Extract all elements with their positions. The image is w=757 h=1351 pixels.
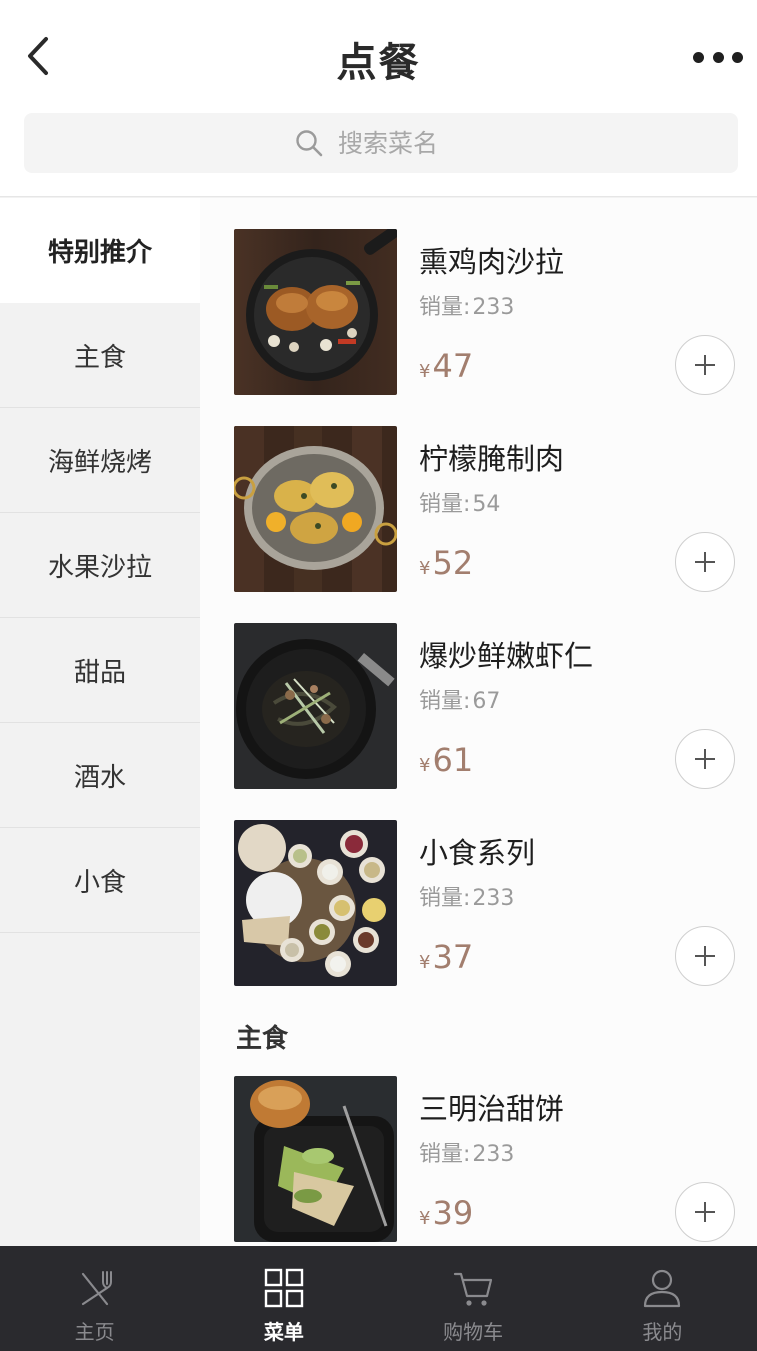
dish-name: 三明治甜饼 — [419, 1092, 565, 1126]
user-icon — [644, 1269, 681, 1308]
tab-profile[interactable]: 我的 — [568, 1246, 757, 1351]
more-dots-icon — [693, 51, 704, 63]
dish-price: ¥39 — [419, 1194, 474, 1232]
add-to-cart-button[interactable] — [675, 729, 735, 789]
dish-item[interactable]: 爆炒鲜嫩虾仁 销量:67 ¥61 — [234, 623, 744, 789]
add-to-cart-button[interactable] — [675, 926, 735, 986]
add-to-cart-button[interactable] — [675, 335, 735, 395]
add-to-cart-button[interactable] — [675, 532, 735, 592]
fork-knife-icon — [81, 1271, 112, 1306]
sidebar-item-staple[interactable]: 主食 — [0, 303, 200, 408]
dish-item[interactable]: 柠檬腌制肉 销量:54 ¥52 — [234, 426, 744, 592]
lemon-chicken-pan-image — [234, 426, 397, 592]
sidebar-item-snacks[interactable]: 小食 — [0, 828, 200, 933]
search-input[interactable] — [338, 128, 468, 158]
dish-sales: 销量:233 — [419, 295, 515, 320]
dish-item[interactable]: 小食系列 销量:233 ¥37 — [234, 820, 744, 986]
dish-price: ¥37 — [419, 938, 474, 976]
section-title: 主食 — [236, 1024, 289, 1054]
header-bar: 点餐 — [0, 0, 757, 197]
plus-icon — [695, 1202, 715, 1222]
sidebar-item-dessert[interactable]: 甜品 — [0, 618, 200, 723]
sidebar-item-special[interactable]: 特别推介 — [0, 198, 200, 303]
search-bar[interactable] — [24, 113, 738, 173]
plus-icon — [695, 355, 715, 375]
tab-menu[interactable]: 菜单 — [189, 1246, 378, 1351]
sidebar-item-fruit-salad[interactable]: 水果沙拉 — [0, 513, 200, 618]
sandwich-skillet-image — [234, 1076, 397, 1242]
dish-sales: 销量:233 — [419, 1142, 515, 1167]
search-icon — [296, 130, 323, 157]
dish-price: ¥47 — [419, 347, 474, 385]
plus-icon — [695, 946, 715, 966]
roast-chicken-pan-image — [234, 229, 397, 395]
dish-item[interactable]: 熏鸡肉沙拉 销量:233 ¥47 — [234, 229, 744, 395]
dish-price: ¥61 — [419, 741, 474, 779]
tab-cart[interactable]: 购物车 — [379, 1246, 568, 1351]
sidebar-item-seafood-bbq[interactable]: 海鲜烧烤 — [0, 408, 200, 513]
dish-sales: 销量:233 — [419, 886, 515, 911]
page-title: 点餐 — [336, 40, 421, 86]
dish-name: 熏鸡肉沙拉 — [419, 245, 565, 279]
tab-home[interactable]: 主页 — [0, 1246, 189, 1351]
dish-item[interactable]: 三明治甜饼 销量:233 ¥39 — [234, 1076, 744, 1242]
plus-icon — [695, 749, 715, 769]
tab-label: 购物车 — [443, 1320, 504, 1344]
dips-platter-image — [234, 820, 397, 986]
tab-label: 菜单 — [263, 1320, 304, 1344]
sidebar-item-drinks[interactable]: 酒水 — [0, 723, 200, 828]
grid-icon — [264, 1268, 304, 1308]
squid-ink-pasta-image — [234, 623, 397, 789]
dish-sales: 销量:54 — [419, 492, 501, 517]
add-to-cart-button[interactable] — [675, 1182, 735, 1242]
dish-price: ¥52 — [419, 544, 474, 582]
tab-label: 我的 — [642, 1320, 683, 1344]
dish-sales: 销量:67 — [419, 689, 501, 714]
cart-icon — [454, 1272, 493, 1306]
dish-name: 爆炒鲜嫩虾仁 — [419, 639, 594, 673]
tab-label: 主页 — [74, 1320, 115, 1344]
category-sidebar: 特别推介 主食 海鲜烧烤 水果沙拉 甜品 酒水 小食 — [0, 198, 200, 1246]
dish-name: 柠檬腌制肉 — [419, 442, 565, 476]
dish-list: 熏鸡肉沙拉 销量:233 ¥47 柠檬腌制肉 销量:54 ¥52 爆炒鲜嫩虾仁 … — [200, 198, 757, 1246]
bottom-tab-bar: 主页 菜单 购物车 我的 — [0, 1246, 757, 1351]
plus-icon — [695, 552, 715, 572]
more-button[interactable] — [693, 38, 743, 76]
dish-name: 小食系列 — [419, 836, 536, 870]
